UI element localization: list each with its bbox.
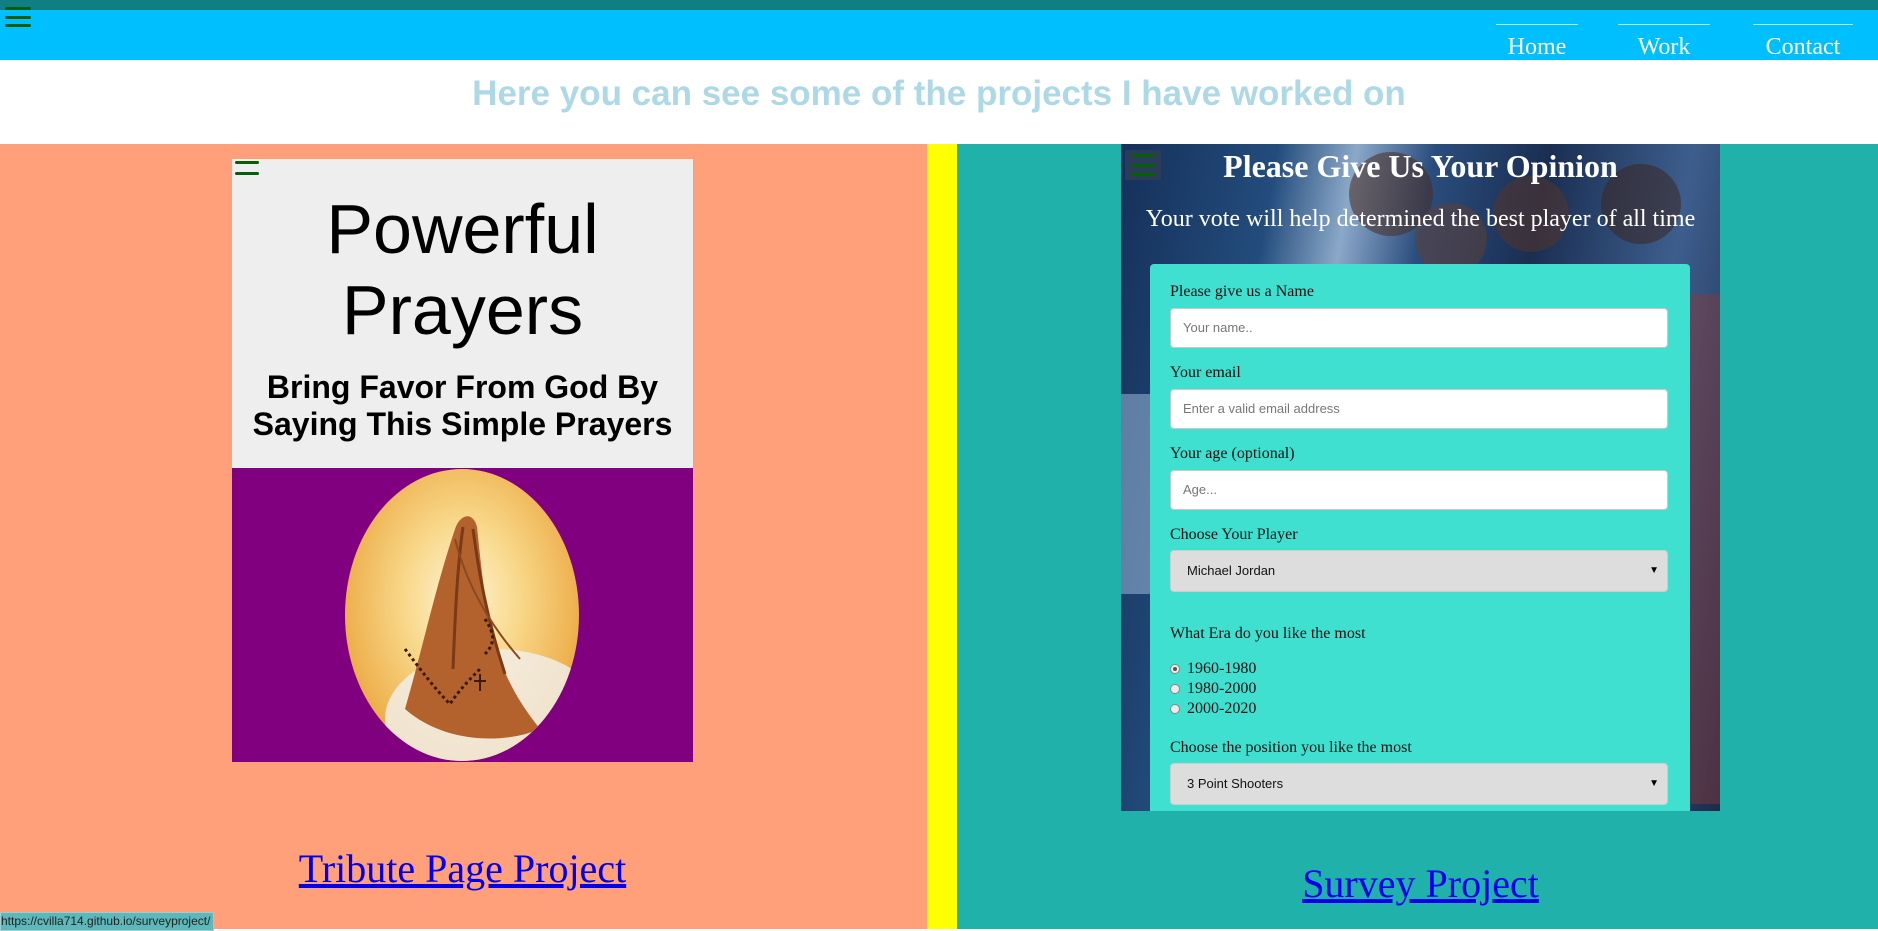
position-select[interactable]: 3 Point Shooters ▼ xyxy=(1170,763,1668,805)
status-bar-url: https://cvilla714.github.io/surveyprojec… xyxy=(0,912,215,931)
hamburger-menu-icon[interactable] xyxy=(5,7,31,27)
era-radio-1960-1980[interactable]: 1960-1980 xyxy=(1170,660,1256,678)
tribute-image-panel xyxy=(232,468,693,762)
tribute-subtitle: Bring Favor From God By Saying This Simp… xyxy=(232,369,693,443)
radio-button[interactable] xyxy=(1170,684,1180,694)
tribute-title-line: Powerful xyxy=(326,190,599,268)
top-nav-bar: Home Work Contact xyxy=(0,10,1878,60)
tribute-title: Powerful Prayers xyxy=(232,189,693,351)
hamburger-menu-icon xyxy=(235,161,259,175)
survey-preview[interactable]: Please Give Us Your Opinion Your vote wi… xyxy=(1121,144,1720,811)
tribute-preview[interactable]: Powerful Prayers Bring Favor From God By… xyxy=(232,159,694,762)
email-input[interactable]: Enter a valid email address xyxy=(1170,389,1668,429)
dropdown-arrow-icon: ▼ xyxy=(1649,778,1659,789)
top-strip xyxy=(0,0,1878,10)
player-select-value: Michael Jordan xyxy=(1187,563,1276,578)
era-radio-2000-2020[interactable]: 2000-2020 xyxy=(1170,700,1256,718)
survey-project-link[interactable]: Survey Project xyxy=(1121,860,1720,907)
tribute-title-line: Prayers xyxy=(341,271,584,349)
name-input[interactable]: Your name.. xyxy=(1170,308,1668,348)
age-label: Your age (optional) xyxy=(1170,445,1295,462)
radio-button[interactable] xyxy=(1170,664,1180,674)
tribute-subtitle-line: Saying This Simple Prayers xyxy=(252,406,673,442)
pane-divider xyxy=(927,144,957,929)
radio-label: 1960-1980 xyxy=(1187,660,1257,677)
name-label: Please give us a Name xyxy=(1170,283,1314,300)
player-select[interactable]: Michael Jordan ▼ xyxy=(1170,550,1668,592)
age-input[interactable]: Age... xyxy=(1170,470,1668,510)
survey-description: Your vote will help determined the best … xyxy=(1145,206,1696,232)
player-label: Choose Your Player xyxy=(1170,526,1298,543)
radio-label: 1980-2000 xyxy=(1187,680,1257,697)
era-label: What Era do you like the most xyxy=(1170,625,1366,642)
dropdown-arrow-icon: ▼ xyxy=(1649,565,1659,576)
position-select-value: 3 Point Shooters xyxy=(1187,776,1284,791)
survey-title: Please Give Us Your Opinion xyxy=(1223,148,1618,184)
tribute-project-link[interactable]: Tribute Page Project xyxy=(232,845,693,892)
email-label: Your email xyxy=(1170,364,1241,381)
position-label: Choose the position you like the most xyxy=(1170,739,1412,756)
tribute-subtitle-line: Bring Favor From God By xyxy=(266,369,659,405)
page-title: Here you can see some of the projects I … xyxy=(472,74,1406,113)
praying-hands-image xyxy=(345,469,579,761)
survey-form: Please give us a Name Your name.. Your e… xyxy=(1150,264,1690,811)
radio-label: 2000-2020 xyxy=(1187,700,1257,717)
era-radio-1980-2000[interactable]: 1980-2000 xyxy=(1170,680,1256,698)
radio-button[interactable] xyxy=(1170,704,1180,714)
page-header: Here you can see some of the projects I … xyxy=(0,60,1878,144)
